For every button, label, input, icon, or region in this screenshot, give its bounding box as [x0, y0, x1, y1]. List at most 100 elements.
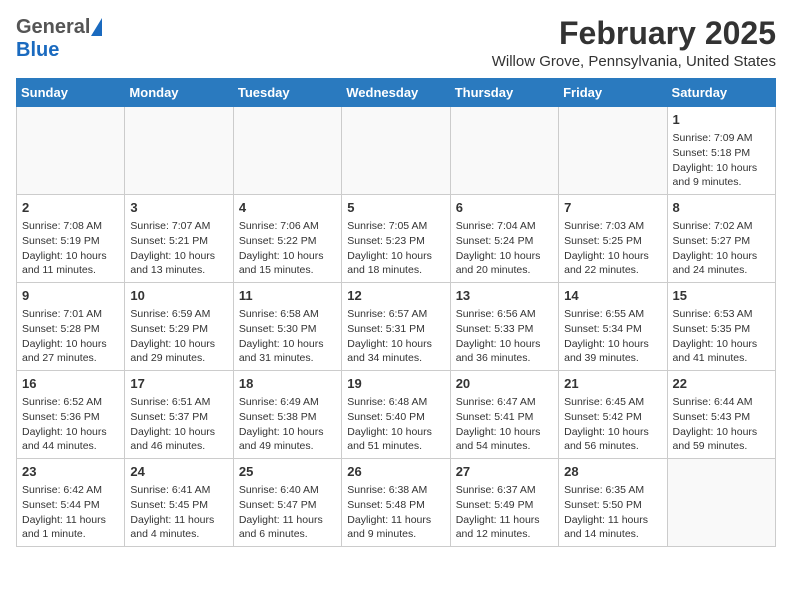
- calendar-cell: 1Sunrise: 7:09 AM Sunset: 5:18 PM Daylig…: [667, 107, 775, 195]
- weekday-header-saturday: Saturday: [667, 79, 775, 107]
- day-info: Sunrise: 7:09 AM Sunset: 5:18 PM Dayligh…: [673, 131, 770, 190]
- day-number: 20: [456, 375, 553, 393]
- calendar-cell: 6Sunrise: 7:04 AM Sunset: 5:24 PM Daylig…: [450, 195, 558, 283]
- day-info: Sunrise: 6:40 AM Sunset: 5:47 PM Dayligh…: [239, 483, 336, 542]
- day-number: 19: [347, 375, 444, 393]
- day-number: 12: [347, 287, 444, 305]
- day-info: Sunrise: 6:58 AM Sunset: 5:30 PM Dayligh…: [239, 307, 336, 366]
- weekday-header-wednesday: Wednesday: [342, 79, 450, 107]
- calendar-cell: 12 Sunrise: 6:57 AM Sunset: 5:31 PM Dayli…: [342, 283, 450, 371]
- calendar-cell: 25 Sunrise: 6:40 AM Sunset: 5:47 PM Dayli…: [233, 458, 341, 546]
- day-number: 16: [22, 375, 119, 393]
- day-number: 9: [22, 287, 119, 305]
- day-number: 2: [22, 199, 119, 217]
- calendar-cell: 21Sunrise: 6:45 AM Sunset: 5:42 PM Dayli…: [559, 371, 667, 459]
- calendar-week-row: 23Sunrise: 6:42 AM Sunset: 5:44 PM Dayli…: [17, 458, 776, 546]
- day-info: Sunrise: 6:52 AM Sunset: 5:36 PM Dayligh…: [22, 395, 119, 454]
- day-info: Sunrise: 7:06 AM Sunset: 5:22 PM Dayligh…: [239, 219, 336, 278]
- day-number: 28: [564, 463, 661, 481]
- day-number: 26: [347, 463, 444, 481]
- calendar-cell: 26 Sunrise: 6:38 AM Sunset: 5:48 PM Dayli…: [342, 458, 450, 546]
- calendar-week-row: 16 Sunrise: 6:52 AM Sunset: 5:36 PM Dayli…: [17, 371, 776, 459]
- day-info: Sunrise: 6:53 AM Sunset: 5:35 PM Dayligh…: [673, 307, 770, 366]
- logo: General Blue: [16, 16, 102, 62]
- calendar-cell: 8 Sunrise: 7:02 AM Sunset: 5:27 PM Daylig…: [667, 195, 775, 283]
- day-info: Sunrise: 6:38 AM Sunset: 5:48 PM Dayligh…: [347, 483, 444, 542]
- weekday-header-sunday: Sunday: [17, 79, 125, 107]
- day-number: 14: [564, 287, 661, 305]
- day-info: Sunrise: 6:48 AM Sunset: 5:40 PM Dayligh…: [347, 395, 444, 454]
- calendar-cell: 17Sunrise: 6:51 AM Sunset: 5:37 PM Dayli…: [125, 371, 233, 459]
- day-info: Sunrise: 6:44 AM Sunset: 5:43 PM Dayligh…: [673, 395, 770, 454]
- day-number: 3: [130, 199, 227, 217]
- calendar-cell: 11Sunrise: 6:58 AM Sunset: 5:30 PM Dayli…: [233, 283, 341, 371]
- calendar-cell: 10 Sunrise: 6:59 AM Sunset: 5:29 PM Dayli…: [125, 283, 233, 371]
- day-number: 23: [22, 463, 119, 481]
- day-number: 24: [130, 463, 227, 481]
- calendar-cell: 14 Sunrise: 6:55 AM Sunset: 5:34 PM Dayli…: [559, 283, 667, 371]
- logo-general-text: General: [16, 16, 90, 39]
- calendar-cell: 13 Sunrise: 6:56 AM Sunset: 5:33 PM Dayli…: [450, 283, 558, 371]
- location-text: Willow Grove, Pennsylvania, United State…: [492, 53, 776, 70]
- calendar-week-row: 2 Sunrise: 7:08 AM Sunset: 5:19 PM Daylig…: [17, 195, 776, 283]
- page-header: General Blue February 2025 Willow Grove,…: [16, 16, 776, 70]
- day-number: 22: [673, 375, 770, 393]
- day-info: Sunrise: 7:05 AM Sunset: 5:23 PM Dayligh…: [347, 219, 444, 278]
- weekday-header-thursday: Thursday: [450, 79, 558, 107]
- day-number: 25: [239, 463, 336, 481]
- calendar-cell: 15 Sunrise: 6:53 AM Sunset: 5:35 PM Dayli…: [667, 283, 775, 371]
- calendar-cell: 19 Sunrise: 6:48 AM Sunset: 5:40 PM Dayli…: [342, 371, 450, 459]
- calendar-cell: 9 Sunrise: 7:01 AM Sunset: 5:28 PM Daylig…: [17, 283, 125, 371]
- weekday-header-friday: Friday: [559, 79, 667, 107]
- day-number: 27: [456, 463, 553, 481]
- calendar-cell: 18 Sunrise: 6:49 AM Sunset: 5:38 PM Dayli…: [233, 371, 341, 459]
- day-info: Sunrise: 7:02 AM Sunset: 5:27 PM Dayligh…: [673, 219, 770, 278]
- day-info: Sunrise: 6:49 AM Sunset: 5:38 PM Dayligh…: [239, 395, 336, 454]
- day-info: Sunrise: 6:41 AM Sunset: 5:45 PM Dayligh…: [130, 483, 227, 542]
- calendar-cell: 3 Sunrise: 7:07 AM Sunset: 5:21 PM Daylig…: [125, 195, 233, 283]
- calendar-cell: [450, 107, 558, 195]
- calendar-week-row: 9 Sunrise: 7:01 AM Sunset: 5:28 PM Daylig…: [17, 283, 776, 371]
- day-number: 15: [673, 287, 770, 305]
- calendar-cell: [342, 107, 450, 195]
- calendar-cell: 28 Sunrise: 6:35 AM Sunset: 5:50 PM Dayli…: [559, 458, 667, 546]
- day-number: 8: [673, 199, 770, 217]
- day-info: Sunrise: 6:47 AM Sunset: 5:41 PM Dayligh…: [456, 395, 553, 454]
- logo-triangle-icon: [91, 18, 102, 36]
- day-number: 13: [456, 287, 553, 305]
- calendar-table: SundayMondayTuesdayWednesdayThursdayFrid…: [16, 78, 776, 547]
- day-info: Sunrise: 6:57 AM Sunset: 5:31 PM Dayligh…: [347, 307, 444, 366]
- calendar-cell: 7Sunrise: 7:03 AM Sunset: 5:25 PM Daylig…: [559, 195, 667, 283]
- calendar-cell: 23Sunrise: 6:42 AM Sunset: 5:44 PM Dayli…: [17, 458, 125, 546]
- day-info: Sunrise: 6:51 AM Sunset: 5:37 PM Dayligh…: [130, 395, 227, 454]
- calendar-cell: 16 Sunrise: 6:52 AM Sunset: 5:36 PM Dayli…: [17, 371, 125, 459]
- day-info: Sunrise: 7:07 AM Sunset: 5:21 PM Dayligh…: [130, 219, 227, 278]
- calendar-cell: 5 Sunrise: 7:05 AM Sunset: 5:23 PM Daylig…: [342, 195, 450, 283]
- day-number: 4: [239, 199, 336, 217]
- logo-blue-text: Blue: [16, 39, 59, 61]
- calendar-cell: 4 Sunrise: 7:06 AM Sunset: 5:22 PM Daylig…: [233, 195, 341, 283]
- day-info: Sunrise: 7:04 AM Sunset: 5:24 PM Dayligh…: [456, 219, 553, 278]
- day-info: Sunrise: 7:01 AM Sunset: 5:28 PM Dayligh…: [22, 307, 119, 366]
- day-number: 10: [130, 287, 227, 305]
- day-info: Sunrise: 6:35 AM Sunset: 5:50 PM Dayligh…: [564, 483, 661, 542]
- day-info: Sunrise: 6:55 AM Sunset: 5:34 PM Dayligh…: [564, 307, 661, 366]
- day-number: 18: [239, 375, 336, 393]
- calendar-cell: 24 Sunrise: 6:41 AM Sunset: 5:45 PM Dayli…: [125, 458, 233, 546]
- day-info: Sunrise: 6:59 AM Sunset: 5:29 PM Dayligh…: [130, 307, 227, 366]
- calendar-cell: [17, 107, 125, 195]
- weekday-header-tuesday: Tuesday: [233, 79, 341, 107]
- title-block: February 2025 Willow Grove, Pennsylvania…: [492, 16, 776, 70]
- day-info: Sunrise: 7:08 AM Sunset: 5:19 PM Dayligh…: [22, 219, 119, 278]
- calendar-cell: [667, 458, 775, 546]
- calendar-week-row: 1Sunrise: 7:09 AM Sunset: 5:18 PM Daylig…: [17, 107, 776, 195]
- month-title: February 2025: [492, 16, 776, 51]
- calendar-cell: 20 Sunrise: 6:47 AM Sunset: 5:41 PM Dayli…: [450, 371, 558, 459]
- day-number: 5: [347, 199, 444, 217]
- weekday-header-monday: Monday: [125, 79, 233, 107]
- day-info: Sunrise: 6:56 AM Sunset: 5:33 PM Dayligh…: [456, 307, 553, 366]
- day-number: 21: [564, 375, 661, 393]
- calendar-cell: [125, 107, 233, 195]
- calendar-cell: [233, 107, 341, 195]
- calendar-header-row: SundayMondayTuesdayWednesdayThursdayFrid…: [17, 79, 776, 107]
